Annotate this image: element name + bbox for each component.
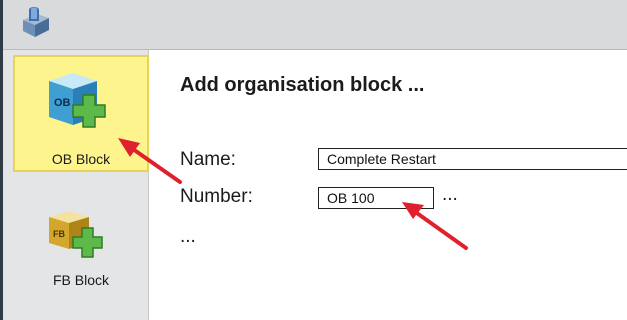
name-field[interactable]: Complete Restart bbox=[318, 148, 627, 170]
ob-block-add-icon: OB bbox=[49, 73, 106, 128]
svg-text:FB: FB bbox=[53, 229, 65, 239]
block-type-sidebar: OB OB Block FB FB Block bbox=[3, 50, 149, 320]
number-field[interactable]: OB 100 bbox=[318, 187, 434, 209]
number-label: Number: bbox=[180, 186, 253, 207]
fb-block-add-icon: FB bbox=[49, 211, 103, 258]
number-more-ellipsis: ... bbox=[442, 184, 458, 205]
toolbar bbox=[3, 0, 627, 50]
sidebar-item-ob-block[interactable]: OB OB Block bbox=[13, 55, 149, 172]
page-title: Add organisation block ... bbox=[180, 74, 425, 96]
sidebar-item-label: OB Block bbox=[51, 151, 111, 167]
name-label: Name: bbox=[180, 149, 236, 170]
add-block-panel: Add organisation block ... Name: Complet… bbox=[150, 50, 627, 320]
sidebar-item-label: FB Block bbox=[52, 272, 109, 288]
app-logo-icon bbox=[23, 7, 49, 37]
svg-text:OB: OB bbox=[54, 97, 71, 109]
more-options-ellipsis: ... bbox=[180, 226, 196, 247]
sidebar-item-fb-block[interactable]: FB FB Block bbox=[13, 195, 149, 312]
